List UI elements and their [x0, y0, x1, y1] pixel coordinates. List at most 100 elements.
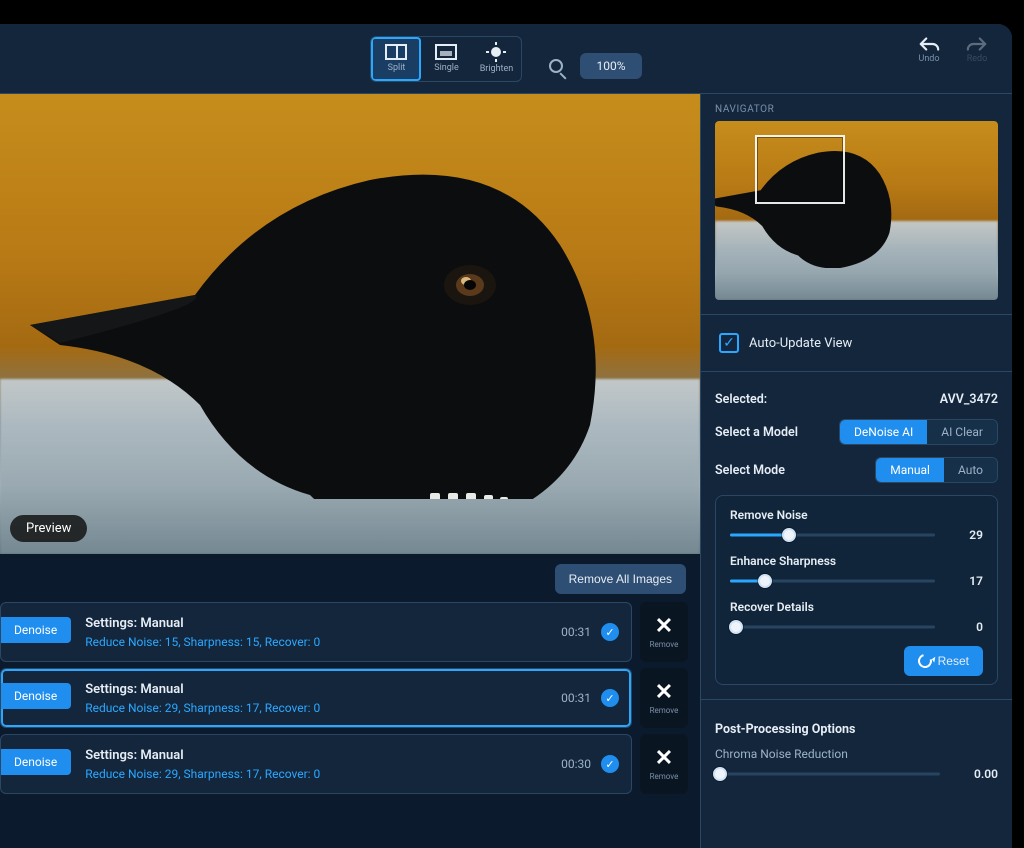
reset-icon [915, 652, 934, 671]
slider-label: Enhance Sharpness [730, 554, 983, 568]
queue-subtitle: Reduce Noise: 29, Sharpness: 17, Recover… [85, 701, 561, 715]
queue-time: 00:30 [561, 757, 591, 771]
denoise-chip: Denoise [0, 749, 71, 775]
post-processing-section: Post-Processing Options Chroma Noise Red… [701, 704, 1012, 803]
queue-time: 00:31 [561, 625, 591, 639]
slider-label: Remove Noise [730, 508, 983, 522]
queue-remove-button[interactable]: ✕ Remove [640, 602, 688, 662]
navigator-section: NAVIGATOR [701, 94, 1012, 310]
slider-thumb[interactable] [729, 620, 743, 634]
queue-item[interactable]: Denoise Settings: Manual Reduce Noise: 2… [0, 668, 632, 728]
view-mode-label: Single [434, 63, 459, 73]
close-icon: ✕ [655, 748, 673, 770]
queue-subtitle: Reduce Noise: 29, Sharpness: 17, Recover… [85, 767, 561, 781]
sliders-card: Remove Noise 29 Enhance Sharpness [715, 495, 998, 685]
slider-label: Chroma Noise Reduction [715, 747, 998, 761]
slider-chroma-nr: Chroma Noise Reduction 0.00 [715, 747, 998, 783]
mode-manual[interactable]: Manual [876, 458, 944, 482]
mode-auto[interactable]: Auto [944, 458, 997, 482]
preview-image [0, 94, 700, 554]
select-mode-label: Select Mode [715, 463, 785, 478]
left-column: Preview Remove All Images Denoise Settin… [0, 94, 700, 848]
navigator-thumbnail[interactable] [715, 121, 998, 300]
preview-actions: Remove All Images [0, 554, 700, 602]
mode-toggle: Manual Auto [875, 457, 998, 483]
queue-check-icon[interactable]: ✓ [601, 689, 619, 707]
undo-button[interactable]: Undo [912, 36, 946, 64]
auto-update-label: Auto-Update View [749, 336, 852, 351]
queue-item[interactable]: Denoise Settings: Manual Reduce Noise: 1… [0, 602, 632, 662]
queue-check-icon[interactable]: ✓ [601, 755, 619, 773]
denoise-chip: Denoise [0, 617, 71, 643]
reset-button[interactable]: Reset [904, 646, 983, 676]
undo-redo-group: Undo Redo [912, 36, 994, 64]
slider-track[interactable] [730, 526, 935, 544]
slider-enhance-sharpness: Enhance Sharpness 17 [730, 554, 983, 590]
slider-remove-noise: Remove Noise 29 [730, 508, 983, 544]
slider-label: Recover Details [730, 600, 983, 614]
redo-icon [966, 36, 988, 52]
view-mode-label: Brighten [480, 64, 514, 74]
magnifier-icon [549, 59, 563, 73]
split-icon [385, 44, 407, 60]
queue-remove-button[interactable]: ✕ Remove [640, 734, 688, 794]
preview-viewport[interactable]: Preview [0, 94, 700, 554]
queue-row: Denoise Settings: Manual Reduce Noise: 2… [0, 734, 688, 794]
undo-label: Undo [918, 54, 939, 64]
checkbox-icon: ✓ [719, 333, 739, 353]
post-processing-title: Post-Processing Options [715, 714, 998, 741]
brighten-icon [487, 43, 505, 61]
view-modes: Split Single Brighten [370, 36, 522, 82]
slider-value: 29 [949, 528, 983, 542]
navigator-title: NAVIGATOR [715, 104, 998, 115]
slider-value: 17 [949, 574, 983, 588]
main-area: Preview Remove All Images Denoise Settin… [0, 94, 1012, 848]
redo-label: Redo [967, 54, 988, 64]
queue-title: Settings: Manual [85, 748, 561, 763]
navigator-viewport-rect[interactable] [755, 135, 846, 203]
select-model-label: Select a Model [715, 425, 798, 440]
denoise-chip: Denoise [0, 683, 71, 709]
slider-value: 0 [949, 620, 983, 634]
queue-remove-label: Remove [650, 706, 679, 715]
queue-subtitle: Reduce Noise: 15, Sharpness: 15, Recover… [85, 635, 561, 649]
app-window: Split Single Brighten 100% [0, 24, 1012, 848]
slider-track[interactable] [730, 572, 935, 590]
zoom-level[interactable]: 100% [580, 53, 641, 79]
queue-list: Denoise Settings: Manual Reduce Noise: 1… [0, 602, 700, 848]
auto-update-checkbox[interactable]: ✓ Auto-Update View [715, 323, 998, 363]
view-mode-split[interactable]: Split [371, 37, 421, 81]
queue-check-icon[interactable]: ✓ [601, 623, 619, 641]
model-ai-clear[interactable]: AI Clear [927, 420, 997, 444]
model-toggle: DeNoise AI AI Clear [839, 419, 998, 445]
zoom-group: 100% [540, 50, 641, 82]
view-mode-brighten[interactable]: Brighten [471, 37, 521, 81]
queue-time: 00:31 [561, 691, 591, 705]
auto-update-section: ✓ Auto-Update View [701, 319, 1012, 367]
view-mode-single[interactable]: Single [421, 37, 471, 81]
queue-row: Denoise Settings: Manual Reduce Noise: 1… [0, 602, 688, 662]
queue-remove-label: Remove [650, 640, 679, 649]
slider-thumb[interactable] [758, 574, 772, 588]
slider-thumb[interactable] [713, 767, 727, 781]
queue-title: Settings: Manual [85, 682, 561, 697]
view-mode-group: Split Single Brighten 100% [370, 36, 641, 82]
model-denoise-ai[interactable]: DeNoise AI [840, 420, 927, 444]
close-icon: ✕ [655, 682, 673, 704]
remove-all-button[interactable]: Remove All Images [555, 564, 686, 594]
single-icon [435, 44, 457, 60]
slider-track[interactable] [715, 765, 940, 783]
preview-label: Preview [10, 515, 87, 542]
queue-remove-button[interactable]: ✕ Remove [640, 668, 688, 728]
redo-button[interactable]: Redo [960, 36, 994, 64]
slider-track[interactable] [730, 618, 935, 636]
queue-item[interactable]: Denoise Settings: Manual Reduce Noise: 2… [0, 734, 632, 794]
close-icon: ✕ [655, 616, 673, 638]
queue-remove-label: Remove [650, 772, 679, 781]
reset-label: Reset [938, 654, 969, 668]
zoom-button[interactable] [540, 50, 572, 82]
slider-recover-details: Recover Details 0 [730, 600, 983, 636]
slider-thumb[interactable] [782, 528, 796, 542]
selection-section: Selected: AVV_3472 Select a Model DeNois… [701, 376, 1012, 695]
queue-title: Settings: Manual [85, 616, 561, 631]
